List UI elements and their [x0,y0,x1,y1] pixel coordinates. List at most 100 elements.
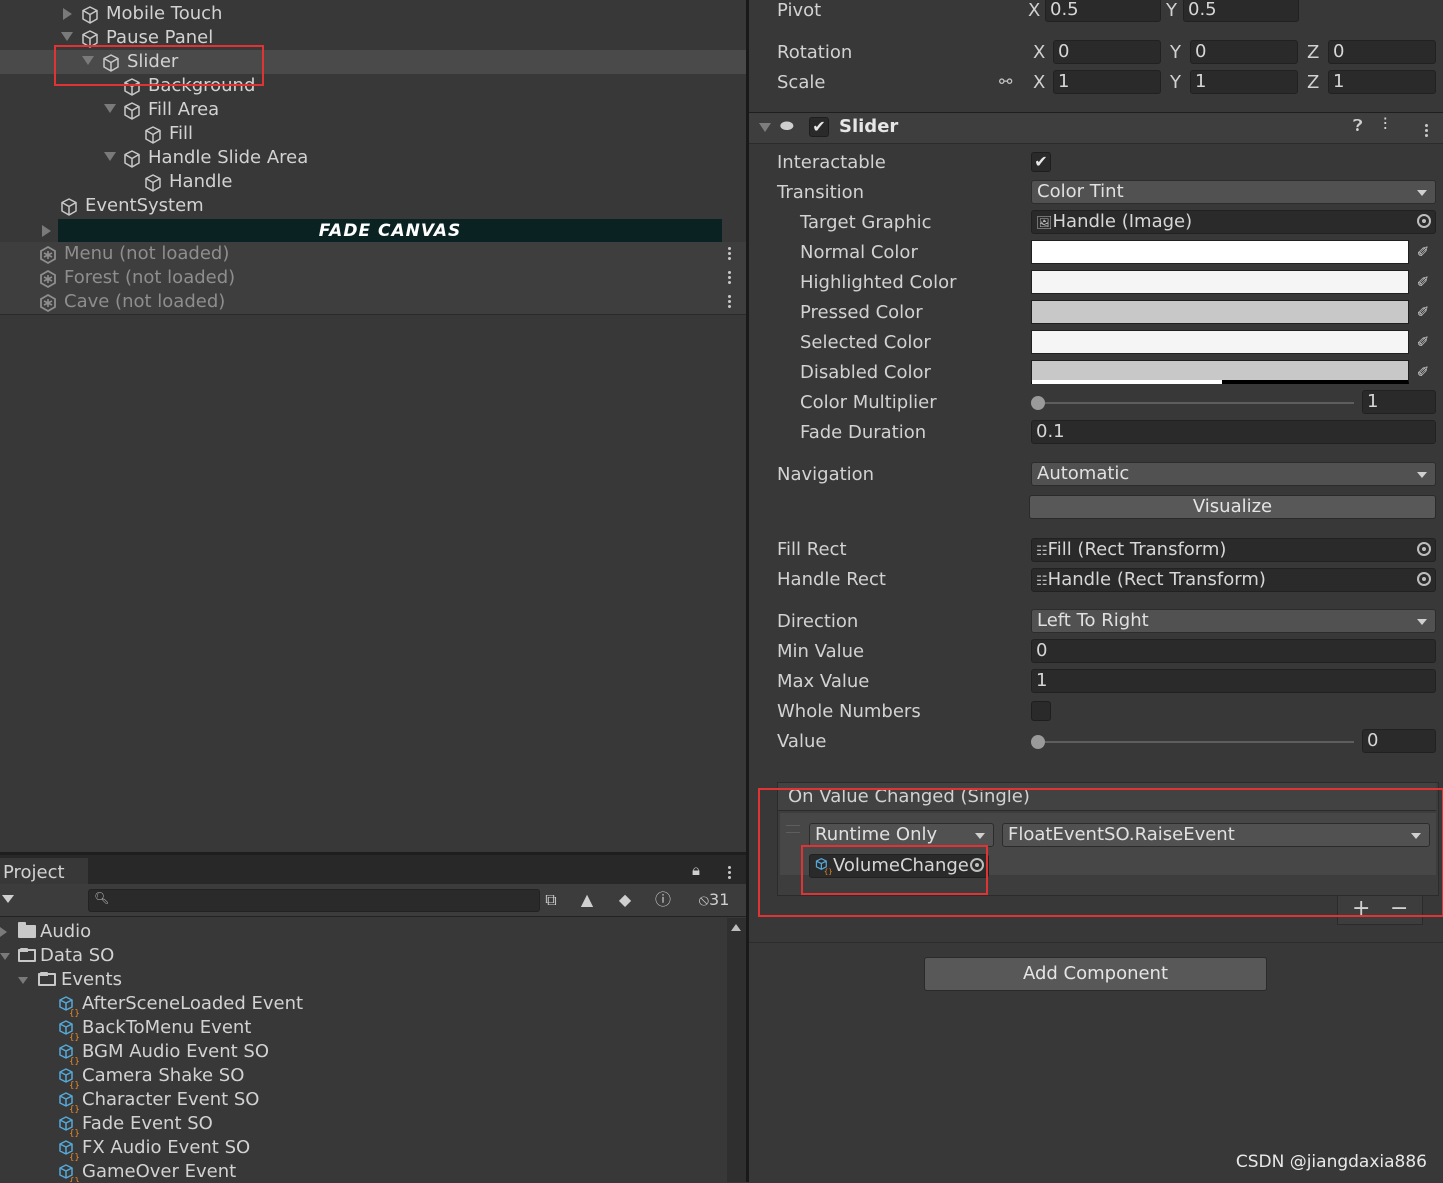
scene-label: Menu (not loaded) [64,243,230,264]
slider-component-icon: ⬬ [780,116,794,135]
target-graphic-field[interactable]: 🖼︎Handle (Image) [1031,210,1436,234]
collapse-arrow-icon[interactable] [104,152,116,161]
scene-row-forest[interactable]: Forest (not loaded) [0,266,746,291]
color-multiplier-field[interactable]: 1 [1362,390,1436,414]
fill-rect-value: Fill (Rect Transform) [1047,539,1227,560]
expand-arrow-icon[interactable] [63,8,72,20]
slider-component-header[interactable]: ⬬ ✔ Slider ❓︎ ⫶ [749,112,1443,144]
interactable-checkbox[interactable]: ✔ [1031,152,1051,172]
gameobject-cube-icon [122,149,142,169]
tab-project[interactable]: Project [0,858,88,887]
collapse-arrow-icon[interactable] [18,977,28,984]
scene-menu-icon[interactable] [728,293,732,310]
scale-x-field[interactable]: 1 [1053,70,1161,94]
warning-icon[interactable]: ⓘ [647,888,679,912]
scale-z-field[interactable]: 1 [1328,70,1436,94]
search-input[interactable]: 🔍︎ [88,889,540,912]
unity-scene-icon [38,293,58,313]
value-label: Value [777,731,827,752]
scale-y-field[interactable]: 1 [1190,70,1298,94]
transition-label: Transition [777,182,865,203]
hierarchy-item-fill[interactable]: Fill [0,122,746,146]
lock-icon[interactable]: 🔒︎ [692,861,700,879]
normal-color-swatch[interactable] [1031,240,1409,264]
value-slider-track[interactable] [1038,741,1354,743]
pivot-x-field[interactable]: 0.5 [1045,0,1161,22]
filter-by-label-icon[interactable]: ◆ [609,888,641,912]
eyedropper-icon[interactable]: ✐ [1411,300,1435,324]
filter-by-type-icon[interactable]: ▲ [571,888,603,912]
collapse-arrow-icon[interactable] [0,953,10,960]
hidden-packages-toggle[interactable]: ⦸31 [688,888,740,912]
object-picker-icon[interactable] [1417,214,1431,228]
visualize-button[interactable]: Visualize [1029,495,1436,519]
eyedropper-icon[interactable]: ✐ [1411,270,1435,294]
hierarchy-item-fill-area[interactable]: Fill Area [0,98,746,122]
create-dropdown-icon[interactable] [2,895,14,903]
component-enabled-checkbox[interactable]: ✔ [809,117,829,137]
scene-row-cave[interactable]: Cave (not loaded) [0,290,746,315]
scene-menu-icon[interactable] [728,269,732,286]
value-slider-handle[interactable] [1031,735,1045,749]
color-multiplier-track[interactable] [1038,402,1354,404]
min-value-field[interactable]: 0 [1031,639,1436,663]
selected-color-swatch[interactable] [1031,330,1409,354]
panel-menu-icon[interactable] [728,864,732,881]
hierarchy-item-handle[interactable]: Handle [0,170,746,194]
collapse-arrow-icon[interactable] [61,32,73,41]
rotation-y-field[interactable]: 0 [1190,40,1298,64]
watermark: CSDN @jiangdaxia886 [1235,1152,1427,1172]
pivot-y-field[interactable]: 0.5 [1183,0,1299,22]
eyedropper-icon[interactable]: ✐ [1411,240,1435,264]
expand-arrow-icon[interactable] [0,927,7,937]
max-value-label: Max Value [777,671,870,692]
help-icon[interactable]: ❓︎ [1353,116,1363,136]
eyedropper-icon[interactable]: ✐ [1411,360,1435,384]
search-icon: 🔍︎ [94,891,110,905]
object-picker-icon[interactable] [1417,542,1431,556]
highlighted-color-swatch[interactable] [1031,270,1409,294]
scene-menu-icon[interactable] [728,245,732,262]
scene-row-menu[interactable]: Menu (not loaded) [0,242,746,267]
max-value-field[interactable]: 1 [1031,669,1436,693]
scroll-up-icon[interactable] [731,924,741,931]
project-scrollbar[interactable] [727,918,746,1182]
fade-duration-field[interactable]: 0.1 [1031,420,1436,444]
whole-numbers-checkbox[interactable] [1031,701,1051,721]
eyedropper-icon[interactable]: ✐ [1411,330,1435,354]
fade-canvas-item[interactable]: FADE CANVAS [58,219,722,243]
folder-label: Events [61,969,122,990]
direction-dropdown[interactable]: Left To Right [1031,609,1436,633]
color-multiplier-label: Color Multiplier [800,392,937,413]
dropdown-arrow-icon [1417,190,1427,196]
folder-icon [18,922,36,938]
constrain-proportions-icon[interactable]: ⚯ [999,72,1012,91]
disabled-color-swatch[interactable] [1031,360,1409,384]
selected-color-label: Selected Color [800,332,931,353]
hidden-count: 31 [709,890,730,909]
handle-rect-field[interactable]: ☷Handle (Rect Transform) [1031,568,1436,592]
foldout-arrow-icon[interactable] [759,123,771,132]
axis-y-label: Y [1170,42,1181,63]
add-component-button[interactable]: Add Component [924,957,1267,991]
navigation-dropdown[interactable]: Automatic [1031,462,1436,486]
component-menu-icon[interactable] [1425,122,1429,139]
hierarchy-item-handle-slide-area[interactable]: Handle Slide Area [0,146,746,170]
rotation-z-field[interactable]: 0 [1328,40,1436,64]
pressed-color-swatch[interactable] [1031,300,1409,324]
collapse-arrow-icon[interactable] [104,104,116,113]
hierarchy-item-eventsystem[interactable]: EventSystem [0,194,746,218]
color-multiplier-handle[interactable] [1031,396,1045,410]
value-field[interactable]: 0 [1362,729,1436,753]
expand-arrow-icon[interactable] [42,225,51,237]
project-tabbar: Project 🔒︎ [0,852,746,887]
transition-dropdown[interactable]: Color Tint [1031,180,1436,204]
hierarchy-item-mobile-touch[interactable]: Mobile Touch [0,2,746,26]
pivot-label: Pivot [777,0,822,21]
fill-rect-field[interactable]: ☷Fill (Rect Transform) [1031,538,1436,562]
inspector-panel: Pivot X 0.5 Y 0.5 Rotation X 0 Y 0 Z 0 S… [749,0,1443,1183]
search-by-type-icon[interactable]: ⧉ [535,888,567,912]
presets-icon[interactable]: ⫶ [1383,115,1387,135]
rotation-x-field[interactable]: 0 [1053,40,1161,64]
object-picker-icon[interactable] [1417,572,1431,586]
